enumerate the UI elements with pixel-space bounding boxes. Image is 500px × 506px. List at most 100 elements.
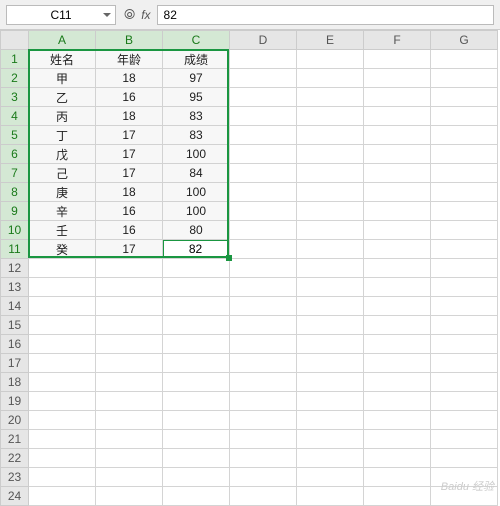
cell-B16[interactable] (96, 335, 163, 354)
row-header-22[interactable]: 22 (1, 449, 29, 468)
cell-F23[interactable] (364, 468, 431, 487)
cell-B15[interactable] (96, 316, 163, 335)
cell-E13[interactable] (297, 278, 364, 297)
cell-D16[interactable] (230, 335, 297, 354)
cell-D15[interactable] (230, 316, 297, 335)
cell-C12[interactable] (163, 259, 230, 278)
cell-D7[interactable] (230, 164, 297, 183)
cell-F18[interactable] (364, 373, 431, 392)
cell-A12[interactable] (29, 259, 96, 278)
cell-E11[interactable] (297, 240, 364, 259)
cell-A3[interactable]: 乙 (29, 88, 96, 107)
cell-F4[interactable] (364, 107, 431, 126)
cell-C24[interactable] (163, 487, 230, 506)
cell-F8[interactable] (364, 183, 431, 202)
cell-F13[interactable] (364, 278, 431, 297)
cell-E3[interactable] (297, 88, 364, 107)
cell-E20[interactable] (297, 411, 364, 430)
cell-D6[interactable] (230, 145, 297, 164)
cell-A1[interactable]: 姓名 (29, 50, 96, 69)
cell-C16[interactable] (163, 335, 230, 354)
cell-D13[interactable] (230, 278, 297, 297)
cell-A17[interactable] (29, 354, 96, 373)
cell-E6[interactable] (297, 145, 364, 164)
cell-D19[interactable] (230, 392, 297, 411)
cell-F5[interactable] (364, 126, 431, 145)
cell-C4[interactable]: 83 (163, 107, 230, 126)
cell-G11[interactable] (431, 240, 498, 259)
cell-G16[interactable] (431, 335, 498, 354)
cell-A23[interactable] (29, 468, 96, 487)
row-header-13[interactable]: 13 (1, 278, 29, 297)
cell-D24[interactable] (230, 487, 297, 506)
row-header-20[interactable]: 20 (1, 411, 29, 430)
cell-C18[interactable] (163, 373, 230, 392)
cell-F11[interactable] (364, 240, 431, 259)
cell-G12[interactable] (431, 259, 498, 278)
cell-G6[interactable] (431, 145, 498, 164)
cell-B11[interactable]: 17 (96, 240, 163, 259)
cell-G7[interactable] (431, 164, 498, 183)
cell-E17[interactable] (297, 354, 364, 373)
cell-B17[interactable] (96, 354, 163, 373)
cell-D23[interactable] (230, 468, 297, 487)
cell-E21[interactable] (297, 430, 364, 449)
column-header-F[interactable]: F (364, 31, 431, 50)
cell-C1[interactable]: 成绩 (163, 50, 230, 69)
cell-B19[interactable] (96, 392, 163, 411)
cell-B9[interactable]: 16 (96, 202, 163, 221)
cell-D22[interactable] (230, 449, 297, 468)
row-header-23[interactable]: 23 (1, 468, 29, 487)
cell-F3[interactable] (364, 88, 431, 107)
cell-B8[interactable]: 18 (96, 183, 163, 202)
row-header-3[interactable]: 3 (1, 88, 29, 107)
cell-E2[interactable] (297, 69, 364, 88)
cell-C7[interactable]: 84 (163, 164, 230, 183)
cell-E15[interactable] (297, 316, 364, 335)
cell-F17[interactable] (364, 354, 431, 373)
cell-C10[interactable]: 80 (163, 221, 230, 240)
cell-A8[interactable]: 庚 (29, 183, 96, 202)
cell-F12[interactable] (364, 259, 431, 278)
row-header-7[interactable]: 7 (1, 164, 29, 183)
cell-E5[interactable] (297, 126, 364, 145)
row-header-1[interactable]: 1 (1, 50, 29, 69)
cell-A7[interactable]: 己 (29, 164, 96, 183)
row-header-12[interactable]: 12 (1, 259, 29, 278)
row-header-24[interactable]: 24 (1, 487, 29, 506)
cell-D18[interactable] (230, 373, 297, 392)
cell-B12[interactable] (96, 259, 163, 278)
cell-E7[interactable] (297, 164, 364, 183)
cell-A22[interactable] (29, 449, 96, 468)
cell-D1[interactable] (230, 50, 297, 69)
column-header-D[interactable]: D (230, 31, 297, 50)
row-header-5[interactable]: 5 (1, 126, 29, 145)
cell-F22[interactable] (364, 449, 431, 468)
insert-function-icon[interactable]: ⦾ (124, 6, 135, 23)
column-header-G[interactable]: G (431, 31, 498, 50)
cell-A11[interactable]: 癸 (29, 240, 96, 259)
cell-B14[interactable] (96, 297, 163, 316)
cell-G21[interactable] (431, 430, 498, 449)
cell-G9[interactable] (431, 202, 498, 221)
cell-C21[interactable] (163, 430, 230, 449)
cell-C13[interactable] (163, 278, 230, 297)
cell-E1[interactable] (297, 50, 364, 69)
cell-B10[interactable]: 16 (96, 221, 163, 240)
cell-G5[interactable] (431, 126, 498, 145)
column-header-A[interactable]: A (29, 31, 96, 50)
cell-G20[interactable] (431, 411, 498, 430)
cell-F1[interactable] (364, 50, 431, 69)
formula-input[interactable]: 82 (157, 5, 494, 25)
cell-C11[interactable]: 82 (163, 240, 230, 259)
column-header-B[interactable]: B (96, 31, 163, 50)
cell-G15[interactable] (431, 316, 498, 335)
cell-B21[interactable] (96, 430, 163, 449)
cell-F16[interactable] (364, 335, 431, 354)
cell-E23[interactable] (297, 468, 364, 487)
cell-A9[interactable]: 辛 (29, 202, 96, 221)
name-box[interactable]: C11 (6, 5, 116, 25)
cell-A10[interactable]: 壬 (29, 221, 96, 240)
row-header-8[interactable]: 8 (1, 183, 29, 202)
cell-B22[interactable] (96, 449, 163, 468)
